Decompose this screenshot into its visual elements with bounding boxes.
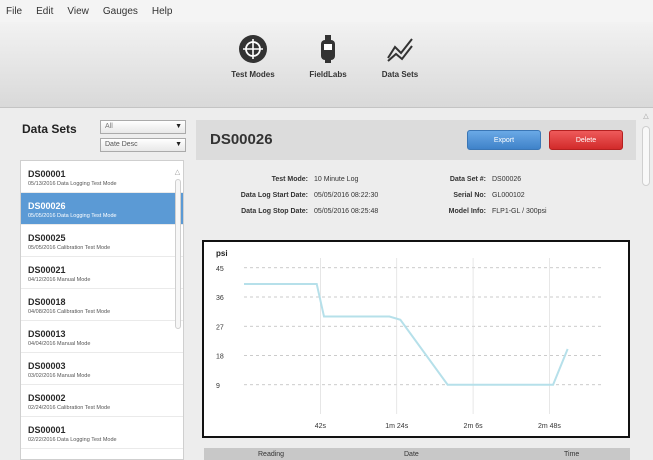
list-item-selected[interactable]: DS00026 05/05/2016 Data Logging Test Mod…	[21, 193, 183, 225]
list-item[interactable]: DS00013 04/04/2016 Manual Mode	[21, 321, 183, 353]
menu-help[interactable]: Help	[152, 6, 173, 17]
x-tick-label: 42s	[315, 423, 327, 430]
scroll-up-icon[interactable]: △	[174, 169, 181, 177]
x-tick-label: 2m 48s	[538, 423, 561, 430]
delete-button[interactable]: Delete	[549, 130, 623, 150]
test-mode-label: Test Mode:	[271, 176, 308, 183]
stop-date-value: 05/05/2016 08:25:48	[314, 208, 379, 215]
data-set-list: DS00001 05/13/2016 Data Logging Test Mod…	[20, 160, 184, 460]
list-item[interactable]: DS00003 03/02/2016 Manual Mode	[21, 353, 183, 385]
chart-lines-icon	[385, 34, 415, 64]
detail-panel: DS00026 Export Delete Test Mode: 10 Minut…	[196, 120, 636, 460]
menu-view[interactable]: View	[67, 6, 89, 17]
main-scrollbar[interactable]: △	[640, 112, 652, 460]
y-tick-label: 18	[216, 354, 224, 361]
crosshair-icon	[238, 34, 268, 64]
list-item-details: 04/08/2016 Calibration Test Mode	[28, 309, 111, 315]
list-item-details: 04/12/2016 Manual Mode	[28, 277, 91, 283]
list-item-details: 03/02/2016 Manual Mode	[28, 373, 91, 379]
x-tick-label: 1m 24s	[385, 423, 408, 430]
list-item-details: 04/04/2016 Manual Mode	[28, 341, 91, 347]
data-sets-panel: Data Sets All ▼ Date Desc ▼ DS00001 05/1…	[12, 112, 190, 460]
scrollbar-thumb[interactable]	[174, 179, 181, 329]
readings-table-header: Reading Date Time	[204, 448, 630, 460]
column-header-reading: Reading	[258, 451, 285, 458]
list-item-details: 05/05/2016 Data Logging Test Mode	[28, 213, 117, 219]
list-item[interactable]: DS00001 02/22/2016 Data Logging Test Mod…	[21, 417, 183, 449]
list-item-id: DS00021	[28, 265, 66, 275]
model-info-value: FLP1-GL / 300psi	[492, 208, 547, 215]
data-set-title: DS00026	[210, 131, 273, 148]
filter-dropdown[interactable]: All ▼	[100, 120, 186, 134]
model-info-label: Model Info:	[448, 208, 486, 215]
list-item-details: 05/05/2016 Calibration Test Mode	[28, 245, 111, 251]
list-item[interactable]: DS00025 05/05/2016 Calibration Test Mode	[21, 225, 183, 257]
list-item-details: 02/24/2016 Calibration Test Mode	[28, 405, 111, 411]
list-item-id: DS00013	[28, 329, 66, 339]
toolbar: Test Modes FieldLabs Data Sets	[0, 22, 653, 108]
log-info-right: Data Set #: DS00026 Serial No: GL000102 Mo…	[416, 176, 547, 224]
gauge-device-icon	[313, 34, 343, 64]
menu-edit[interactable]: Edit	[36, 6, 53, 17]
dataset-number-label: Data Set #:	[449, 176, 486, 183]
data-sets-label: Data Sets	[381, 70, 419, 79]
list-item-details: 02/22/2016 Data Logging Test Mode	[28, 437, 117, 443]
dataset-number-value: DS00026	[492, 176, 522, 183]
menu-gauges[interactable]: Gauges	[103, 6, 138, 17]
column-header-date: Date	[404, 451, 419, 458]
test-mode-value: 10 Minute Log	[314, 176, 359, 183]
pressure-series-line	[244, 283, 569, 386]
list-item[interactable]: DS00002 02/24/2016 Calibration Test Mode	[21, 385, 183, 417]
pressure-chart: psi 45 36 27 18 9 42s 1m 24s 2m 6s 2m 48s	[202, 240, 630, 438]
list-item[interactable]: DS00001 05/13/2016 Data Logging Test Mod…	[21, 161, 183, 193]
x-tick-label: 2m 6s	[464, 423, 484, 430]
data-sets-button[interactable]: Data Sets	[369, 34, 431, 79]
list-item-id: DS00025	[28, 233, 66, 243]
serial-value: GL000102	[492, 192, 525, 199]
pressure-chart-svg: psi 45 36 27 18 9 42s 1m 24s 2m 6s 2m 48s	[216, 249, 604, 430]
chevron-down-icon: ▼	[175, 141, 182, 148]
column-header-time: Time	[564, 451, 580, 458]
scroll-up-icon[interactable]: △	[640, 112, 652, 122]
menu-bar: File Edit View Gauges Help	[0, 0, 653, 22]
data-sets-title: Data Sets	[22, 122, 77, 136]
stop-date-label: Data Log Stop Date:	[241, 208, 308, 215]
y-tick-label: 9	[216, 383, 220, 390]
detail-header: DS00026 Export Delete	[196, 120, 636, 160]
y-tick-label: 36	[216, 295, 224, 302]
y-axis-label: psi	[216, 249, 228, 258]
list-item-id: DS00001	[28, 169, 66, 179]
start-date-label: Data Log Start Date:	[240, 192, 308, 199]
list-item-details: 05/13/2016 Data Logging Test Mode	[28, 181, 117, 187]
sort-value: Date Desc	[105, 141, 138, 148]
list-item-id: DS00018	[28, 297, 66, 307]
log-info-left: Test Mode: 10 Minute Log Data Log Start D…	[216, 176, 379, 224]
serial-label: Serial No:	[453, 192, 486, 199]
test-modes-button[interactable]: Test Modes	[222, 34, 284, 79]
list-scrollbar[interactable]: △	[174, 169, 181, 457]
y-tick-label: 27	[216, 324, 224, 331]
sort-dropdown[interactable]: Date Desc ▼	[100, 138, 186, 152]
list-item[interactable]: DS00018 04/08/2016 Calibration Test Mode	[21, 289, 183, 321]
export-button[interactable]: Export	[467, 130, 541, 150]
scrollbar-thumb[interactable]	[642, 126, 650, 186]
start-date-value: 05/05/2016 08:22:30	[314, 192, 379, 199]
y-tick-label: 45	[216, 266, 224, 273]
chevron-down-icon: ▼	[175, 123, 182, 130]
list-item-id: DS00001	[28, 425, 66, 435]
filter-value: All	[105, 123, 113, 130]
list-item-id: DS00026	[28, 201, 66, 211]
test-modes-label: Test Modes	[231, 70, 275, 79]
fieldlabs-button[interactable]: FieldLabs	[297, 34, 359, 79]
list-item[interactable]: DS00021 04/12/2016 Manual Mode	[21, 257, 183, 289]
list-item-id: DS00003	[28, 361, 66, 371]
menu-file[interactable]: File	[6, 6, 22, 17]
fieldlabs-label: FieldLabs	[309, 70, 347, 79]
list-item-id: DS00002	[28, 393, 66, 403]
